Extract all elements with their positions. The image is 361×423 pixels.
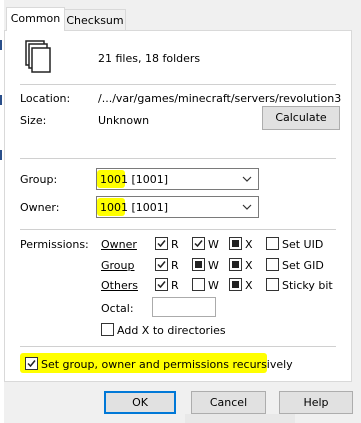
recursive-checkbox[interactable] (25, 357, 38, 370)
owner-write-label: W (208, 238, 219, 251)
check-icon (27, 360, 36, 368)
ok-button[interactable]: OK (104, 391, 176, 414)
octal-input[interactable] (152, 297, 216, 317)
background-mark (0, 40, 2, 50)
background-mark (0, 95, 2, 105)
others-exec-label: X (245, 279, 253, 292)
group-combobox[interactable]: 1001 [1001] (96, 168, 259, 190)
calculate-button-label: Calculate (275, 111, 327, 124)
owner-exec-label: X (245, 238, 253, 251)
separator (20, 84, 336, 85)
size-value: Unknown (98, 114, 150, 127)
others-write-label: W (208, 279, 219, 292)
calculate-button[interactable]: Calculate (262, 106, 340, 130)
check-icon (157, 281, 166, 289)
owner-value-id: 1001 (100, 201, 128, 214)
background-mark (0, 150, 2, 160)
owner-exec-checkbox[interactable] (229, 237, 242, 250)
setgid-label: Set GID (282, 259, 324, 272)
separator (20, 346, 336, 347)
perm-row-owner-label: Owner (101, 238, 137, 251)
separator (20, 158, 336, 159)
background-strip (185, 414, 295, 423)
files-icon (25, 40, 53, 74)
add-x-label: Add X to directories (117, 324, 226, 337)
setuid-checkbox[interactable] (266, 237, 279, 250)
sticky-bit-label: Sticky bit (282, 279, 333, 292)
group-write-label: W (208, 259, 219, 272)
add-x-checkbox[interactable] (101, 323, 114, 336)
indeterminate-mark (232, 281, 239, 288)
owner-read-checkbox[interactable] (155, 237, 168, 250)
owner-label: Owner: (20, 201, 60, 214)
cancel-button[interactable]: Cancel (191, 391, 266, 414)
owner-combobox[interactable]: 1001 [1001] (96, 196, 259, 218)
others-read-label: R (171, 279, 179, 292)
owner-value: 1001 [1001] (100, 201, 168, 214)
group-value: 1001 [1001] (100, 173, 168, 186)
chevron-down-icon[interactable] (240, 198, 254, 216)
tab-common[interactable]: Common (6, 7, 65, 31)
group-read-label: R (171, 259, 179, 272)
check-icon (157, 240, 166, 248)
others-exec-checkbox[interactable] (229, 278, 242, 291)
help-button-label: Help (303, 396, 329, 409)
owner-read-label: R (171, 238, 179, 251)
location-label: Location: (20, 92, 71, 105)
indeterminate-mark (232, 240, 239, 247)
sticky-bit-checkbox[interactable] (266, 278, 279, 291)
check-icon (194, 240, 203, 248)
indeterminate-mark (195, 261, 202, 268)
perm-row-group-label: Group (101, 259, 135, 272)
group-value-rest: [1001] (128, 173, 169, 186)
group-label: Group: (20, 173, 58, 186)
selection-summary: 21 files, 18 folders (98, 52, 201, 65)
indeterminate-mark (232, 261, 239, 268)
help-button[interactable]: Help (279, 391, 353, 414)
owner-write-checkbox[interactable] (192, 237, 205, 250)
size-label: Size: (20, 114, 47, 127)
group-read-checkbox[interactable] (155, 258, 168, 271)
others-write-checkbox[interactable] (192, 278, 205, 291)
setgid-checkbox[interactable] (266, 258, 279, 271)
group-exec-checkbox[interactable] (229, 258, 242, 271)
permissions-label: Permissions: (20, 238, 89, 251)
ok-button-label: OK (132, 396, 148, 409)
recursive-label: Set group, owner and permissions recursi… (41, 358, 293, 371)
cancel-button-label: Cancel (209, 396, 248, 409)
perm-row-others-label: Others (101, 279, 138, 292)
check-icon (157, 261, 166, 269)
group-value-id: 1001 (100, 173, 128, 186)
tab-checksum-label: Checksum (66, 14, 124, 27)
setuid-label: Set UID (282, 238, 324, 251)
group-exec-label: X (245, 259, 253, 272)
others-read-checkbox[interactable] (155, 278, 168, 291)
tab-checksum[interactable]: Checksum (64, 9, 126, 30)
separator (20, 229, 336, 230)
tab-common-label: Common (10, 12, 61, 25)
group-write-checkbox[interactable] (192, 258, 205, 271)
owner-value-rest: [1001] (128, 201, 169, 214)
chevron-down-icon[interactable] (240, 170, 254, 188)
octal-label: Octal: (101, 302, 134, 315)
location-value: /.../var/games/minecraft/servers/revolut… (98, 92, 342, 105)
